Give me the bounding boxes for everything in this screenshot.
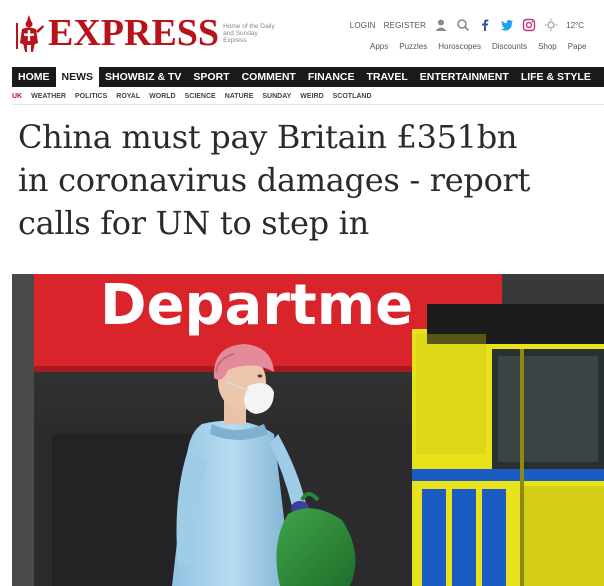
crusader-crest-icon xyxy=(16,15,44,52)
subnav-sunday[interactable]: SUNDAY xyxy=(262,93,291,100)
user-icon[interactable] xyxy=(434,18,448,32)
puzzles-link[interactable]: Puzzles xyxy=(399,42,427,51)
paper-link[interactable]: Pape xyxy=(568,42,587,51)
nav-life-style[interactable]: LIFE & STYLE xyxy=(515,67,597,87)
subnav-nature[interactable]: NATURE xyxy=(225,93,254,100)
subnav-scotland[interactable]: SCOTLAND xyxy=(333,93,372,100)
headline-line-2: in coronavirus damages - report xyxy=(18,161,531,199)
discounts-link[interactable]: Discounts xyxy=(492,42,527,51)
subnav-science[interactable]: SCIENCE xyxy=(185,93,216,100)
temperature-readout: 12°C xyxy=(566,20,584,30)
nav-finance[interactable]: FINANCE xyxy=(302,67,361,87)
ambulance xyxy=(412,304,604,586)
subnav-royal[interactable]: ROYAL xyxy=(116,93,140,100)
nav-comment[interactable]: COMMENT xyxy=(236,67,302,87)
hero-photo: Departme xyxy=(12,274,604,586)
masthead: EXPRESS Home of the Daily and Sunday Exp… xyxy=(0,0,604,66)
login-link[interactable]: LOGIN xyxy=(350,21,376,30)
apps-link[interactable]: Apps xyxy=(370,42,388,51)
article-headline: China must pay Britain £351bn in coronav… xyxy=(18,116,598,245)
account-bar: LOGIN REGISTER 12°C xyxy=(350,18,584,32)
sign-text: Departme xyxy=(100,274,413,338)
subnav-weather[interactable]: WEATHER xyxy=(31,93,66,100)
subnav-politics[interactable]: POLITICS xyxy=(75,93,107,100)
logo-wordmark: EXPRESS xyxy=(48,12,220,54)
instagram-icon[interactable] xyxy=(522,18,536,32)
headline-line-3: calls for UN to step in xyxy=(18,204,369,242)
facebook-icon[interactable] xyxy=(478,18,492,32)
horoscopes-link[interactable]: Horoscopes xyxy=(438,42,481,51)
subnav-weird[interactable]: WEIRD xyxy=(300,93,323,100)
nav-news[interactable]: NEWS xyxy=(55,67,99,87)
logo-subtext: Home of the Daily and Sunday Express xyxy=(223,22,275,44)
weather-icon xyxy=(544,18,558,32)
search-icon[interactable] xyxy=(456,18,470,32)
nav-entertainment[interactable]: ENTERTAINMENT xyxy=(414,67,515,87)
subnav-world[interactable]: WORLD xyxy=(149,93,175,100)
utility-links: Apps Puzzles Horoscopes Discounts Shop P… xyxy=(370,42,586,51)
twitter-icon[interactable] xyxy=(500,18,514,32)
headline-line-1: China must pay Britain £351bn xyxy=(18,118,518,156)
nav-travel[interactable]: TRAVEL xyxy=(361,67,414,87)
nav-showbiz-tv[interactable]: SHOWBIZ & TV xyxy=(99,67,187,87)
subnav-uk[interactable]: UK xyxy=(12,93,22,100)
nav-sport[interactable]: SPORT xyxy=(187,67,235,87)
nav-divider xyxy=(12,104,604,105)
hero-image: Departme xyxy=(12,274,604,586)
section-nav: UK WEATHER POLITICS ROYAL WORLD SCIENCE … xyxy=(12,89,604,103)
main-nav: HOME NEWS SHOWBIZ & TV SPORT COMMENT FIN… xyxy=(12,67,604,87)
nav-home[interactable]: HOME xyxy=(12,67,56,87)
register-link[interactable]: REGISTER xyxy=(384,21,427,30)
shop-link[interactable]: Shop xyxy=(538,42,557,51)
express-logo[interactable]: EXPRESS Home of the Daily and Sunday Exp… xyxy=(12,12,275,54)
